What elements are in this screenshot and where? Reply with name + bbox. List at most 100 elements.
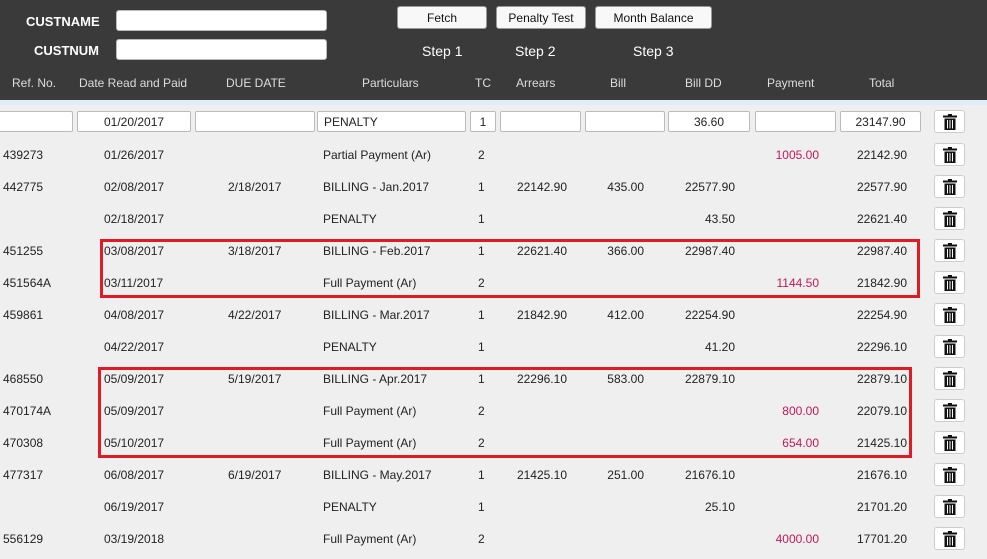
- cell-due: [228, 491, 318, 523]
- cell-due: [228, 331, 318, 363]
- edit-row: [0, 106, 987, 138]
- delete-row-button[interactable]: [934, 175, 965, 198]
- delete-row-button[interactable]: [934, 463, 965, 486]
- cell-tc: 2: [478, 436, 485, 450]
- cell-due: 5/19/2017: [228, 372, 282, 386]
- table-row: 439273 01/26/2017 Partial Payment (Ar) 2 100…: [0, 139, 987, 171]
- edit-due-input[interactable]: [195, 111, 315, 132]
- cell-bill-dd: [665, 427, 735, 459]
- cell-tc: 1: [478, 308, 485, 322]
- trash-icon: [942, 530, 957, 547]
- cell-particulars: PENALTY: [323, 340, 377, 354]
- edit-date-input[interactable]: [77, 111, 191, 132]
- cell-particulars: Full Payment (Ar): [323, 532, 417, 546]
- cell-bill-dd: 41.20: [704, 340, 735, 354]
- col-header-bill: Bill: [610, 76, 627, 90]
- col-header-due-date: DUE DATE: [226, 76, 286, 90]
- trash-icon: [942, 242, 957, 259]
- cell-bill-dd: [665, 395, 735, 427]
- cell-bill: 251.00: [607, 468, 644, 482]
- delete-row-button[interactable]: [934, 367, 965, 390]
- table-row: 451255 03/08/2017 3/18/2017 BILLING - Feb.2…: [0, 235, 987, 267]
- delete-row-button[interactable]: [934, 110, 965, 133]
- cell-ref: 459861: [3, 308, 44, 322]
- edit-particulars-input[interactable]: [317, 111, 466, 132]
- penalty-test-button[interactable]: Penalty Test: [496, 6, 586, 29]
- cell-particulars: Full Payment (Ar): [323, 404, 417, 418]
- cell-due: 3/18/2017: [228, 244, 282, 258]
- month-balance-button[interactable]: Month Balance: [595, 6, 712, 29]
- cell-tc: 1: [478, 468, 485, 482]
- trash-icon: [942, 146, 957, 163]
- cell-arrears: [495, 395, 567, 427]
- cell-payment: [740, 203, 819, 235]
- edit-arrears-input[interactable]: [500, 111, 581, 132]
- delete-row-button[interactable]: [934, 495, 965, 518]
- cell-payment: [740, 491, 819, 523]
- cell-date: 06/19/2017: [104, 500, 165, 514]
- custnum-input[interactable]: [116, 39, 327, 60]
- delete-row-button[interactable]: [934, 303, 965, 326]
- cell-arrears: [495, 203, 567, 235]
- col-header-date: Date Read and Paid: [79, 76, 188, 90]
- cell-bill-dd: [665, 523, 735, 555]
- trash-icon: [942, 434, 957, 451]
- cell-total: 22254.90: [856, 308, 907, 322]
- delete-row-button[interactable]: [934, 271, 965, 294]
- cell-bill: [580, 427, 644, 459]
- delete-row-button[interactable]: [934, 143, 965, 166]
- delete-row-button[interactable]: [934, 527, 965, 550]
- cell-date: 03/11/2017: [104, 276, 164, 290]
- cell-particulars: Full Payment (Ar): [323, 276, 417, 290]
- cell-ref: 470308: [3, 436, 44, 450]
- delete-row-button[interactable]: [934, 239, 965, 262]
- edit-tc-input[interactable]: [470, 111, 496, 132]
- edit-bill-dd-input[interactable]: [668, 111, 750, 132]
- cell-bill: 583.00: [607, 372, 644, 386]
- cell-due: [228, 395, 318, 427]
- cell-arrears: [495, 523, 567, 555]
- cell-tc: 1: [478, 340, 485, 354]
- cell-date: 02/18/2017: [104, 212, 165, 226]
- delete-row-button[interactable]: [934, 399, 965, 422]
- cell-due: [228, 139, 318, 171]
- edit-ref-input[interactable]: [0, 111, 73, 132]
- cell-arrears: [495, 139, 567, 171]
- table-row: 470174A 05/09/2017 Full Payment (Ar) 2 800.0…: [0, 395, 987, 427]
- cell-date: 04/08/2017: [104, 308, 165, 322]
- step-1-label: Step 1: [422, 43, 463, 59]
- col-header-particulars: Particulars: [362, 76, 419, 90]
- delete-row-button[interactable]: [934, 207, 965, 230]
- table-row: 02/18/2017 PENALTY 1 43.50 22621.40: [0, 203, 987, 235]
- header-separator: [0, 100, 987, 105]
- cell-bill: [580, 523, 644, 555]
- cell-ref: 468550: [3, 372, 44, 386]
- cell-particulars: PENALTY: [323, 500, 377, 514]
- cell-due: [228, 203, 318, 235]
- cell-payment: 1005.00: [775, 148, 819, 162]
- edit-payment-input[interactable]: [755, 111, 836, 132]
- cell-bill-dd: [665, 139, 735, 171]
- trash-icon: [942, 370, 957, 387]
- cell-arrears: [495, 427, 567, 459]
- delete-row-button[interactable]: [934, 431, 965, 454]
- edit-total-input[interactable]: [840, 111, 921, 132]
- cell-total: 21842.90: [856, 276, 907, 290]
- cell-due: [228, 427, 318, 459]
- edit-bill-input[interactable]: [585, 111, 665, 132]
- trash-icon: [942, 178, 957, 195]
- custname-input[interactable]: [116, 10, 327, 31]
- cell-bill: [580, 203, 644, 235]
- cell-tc: 1: [478, 244, 485, 258]
- cell-total: 22621.40: [856, 212, 907, 226]
- fetch-button[interactable]: Fetch: [397, 6, 487, 29]
- top-toolbar: CUSTNAME CUSTNUM Fetch Penalty Test Mont…: [0, 0, 987, 100]
- cell-payment: [740, 363, 819, 395]
- cell-date: 01/26/2017: [104, 148, 165, 162]
- cell-particulars: Partial Payment (Ar): [323, 148, 432, 162]
- cell-particulars: Full Payment (Ar): [323, 436, 417, 450]
- delete-row-button[interactable]: [934, 335, 965, 358]
- cell-ref: [3, 491, 73, 523]
- col-header-tc: TC: [475, 76, 491, 90]
- trash-icon: [942, 466, 957, 483]
